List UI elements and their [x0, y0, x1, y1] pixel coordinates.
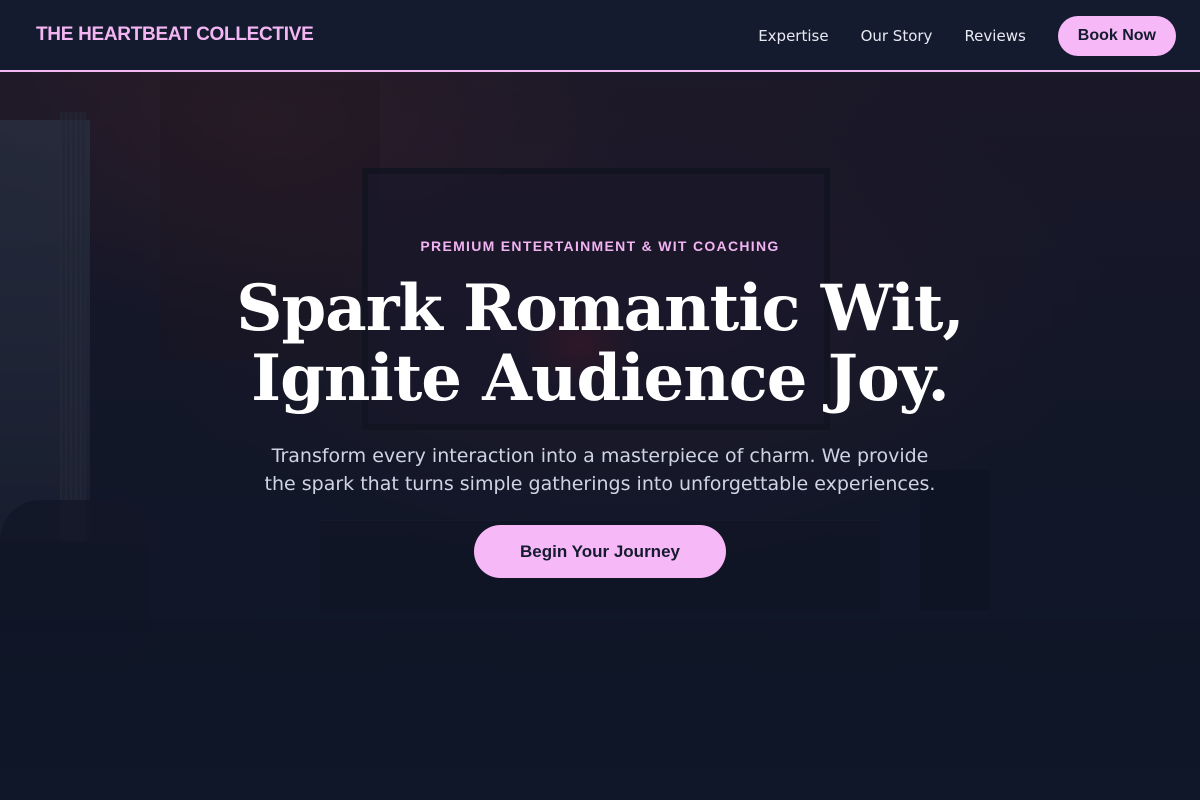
nav-link-expertise[interactable]: Expertise: [758, 27, 828, 45]
nav-link-reviews[interactable]: Reviews: [964, 27, 1025, 45]
main-nav: Expertise Our Story Reviews Book Now: [758, 16, 1176, 56]
book-now-button[interactable]: Book Now: [1057, 16, 1176, 56]
hero-subtext: Transform every interaction into a maste…: [264, 445, 936, 495]
hero-headline-line-2: Ignite Audience Joy.: [251, 341, 950, 416]
hero-eyebrow: PREMIUM ENTERTAINMENT & WIT COACHING: [420, 238, 780, 254]
brand-logo[interactable]: THE HEARTBEAT COLLECTIVE: [36, 24, 314, 46]
hero-headline-line-1: Spark Romantic Wit,: [236, 271, 964, 346]
hero-section: PREMIUM ENTERTAINMENT & WIT COACHING Spa…: [0, 72, 1200, 800]
hero-headline: Spark Romantic Wit, Ignite Audience Joy.: [0, 274, 1200, 414]
begin-journey-button[interactable]: Begin Your Journey: [474, 525, 726, 578]
nav-link-our-story[interactable]: Our Story: [861, 27, 933, 45]
page: THE HEARTBEAT COLLECTIVE Expertise Our S…: [0, 0, 1200, 800]
top-navbar: THE HEARTBEAT COLLECTIVE Expertise Our S…: [0, 0, 1200, 72]
